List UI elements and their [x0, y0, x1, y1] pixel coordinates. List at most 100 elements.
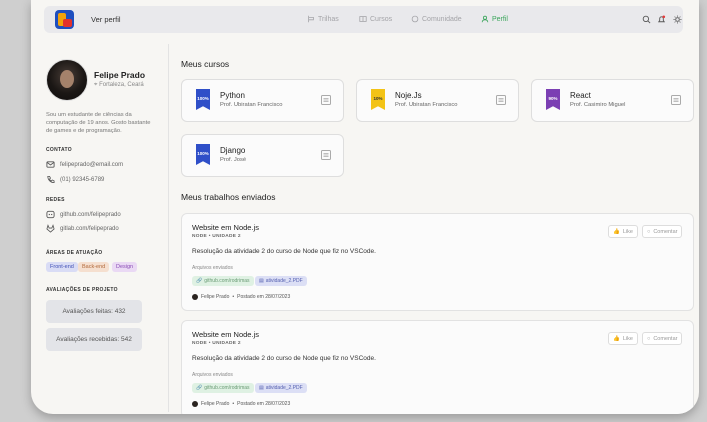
reviews-received: Avaliações recebidas: 542: [46, 328, 142, 351]
phone-row[interactable]: (01) 92345-6789: [46, 175, 104, 184]
files-label: Arquivos enviados: [192, 372, 233, 378]
author-avatar: [192, 401, 198, 407]
app-logo[interactable]: [55, 10, 74, 29]
work-title: Website em Node.js: [192, 330, 259, 339]
files-label: Arquivos enviados: [192, 265, 233, 271]
work-description: Resolução da atividade 2 do curso de Nod…: [192, 355, 376, 362]
app-window: Ver perfil Trilhas Cursos Comunidade Per…: [31, 0, 699, 414]
course-name: Python: [220, 91, 245, 100]
link-chip[interactable]: 🔗 github.com/rodrimas: [192, 276, 254, 286]
post-date: Postado em 28/07/2023: [237, 401, 291, 407]
file-text: atividade_2.PDF: [265, 385, 303, 391]
author-name: Felipe Prado: [201, 294, 230, 300]
location-text: Fortaleza, Ceará: [99, 82, 144, 88]
nav-trilhas[interactable]: Trilhas: [307, 15, 339, 23]
mail-icon: [46, 161, 55, 168]
phone-text: (01) 92345-6789: [60, 176, 105, 183]
course-name: Django: [220, 146, 246, 155]
courses-heading: Meus cursos: [181, 59, 230, 69]
comment-button[interactable]: ○ Comentar: [642, 332, 683, 345]
link-chip[interactable]: 🔗 github.com/rodrimas: [192, 383, 254, 393]
gitlab-icon: [46, 224, 55, 233]
work-author: Felipe Prado • Postado em 28/07/2023: [192, 401, 290, 407]
work-title: Website em Node.js: [192, 223, 259, 232]
course-card-nodejs[interactable]: 10% Noje.Js Prof. Ubiratan Francisco: [356, 79, 519, 122]
thumbs-up-icon: 👍: [613, 228, 620, 235]
email-row[interactable]: felipeprado@email.com: [46, 160, 123, 169]
page-title: Ver perfil: [91, 15, 121, 24]
work-author: Felipe Prado • Postado em 28/07/2023: [192, 294, 290, 300]
phone-icon: [47, 175, 55, 184]
nav-label: Trilhas: [318, 15, 339, 23]
post-date: Postado em 28/07/2023: [237, 294, 291, 300]
course-card-django[interactable]: 100% Django Prof. José: [181, 134, 344, 177]
course-name: React: [570, 91, 591, 100]
theme-sun-icon[interactable]: [673, 15, 682, 24]
list-icon[interactable]: [496, 95, 506, 105]
thumbs-up-icon: 👍: [613, 335, 620, 342]
work-tags: NODE • UNIDADE 2: [192, 341, 241, 346]
nav-cursos[interactable]: Cursos: [359, 15, 392, 23]
comment-icon: ○: [647, 335, 651, 342]
nav-label: Cursos: [370, 15, 393, 23]
course-professor: Prof. Ubiratan Francisco: [395, 102, 458, 108]
chat-icon: [411, 15, 419, 23]
progress-ribbon: 100%: [196, 144, 210, 165]
routes-icon: [308, 15, 314, 23]
list-icon[interactable]: [321, 150, 331, 160]
file-chip[interactable]: ▤ atividade_2.PDF: [255, 276, 307, 286]
tag-design: Design: [112, 262, 138, 272]
course-professor: Prof. José: [220, 157, 247, 163]
list-icon[interactable]: [671, 95, 681, 105]
areas-heading: ÁREAS DE ATUAÇÃO: [46, 250, 103, 256]
file-chip[interactable]: ▤ atividade_2.PDF: [255, 383, 307, 393]
search-icon[interactable]: [642, 15, 651, 24]
file-text: atividade_2.PDF: [265, 278, 303, 284]
github-icon: [46, 210, 55, 219]
course-professor: Prof. Ubiratan Francisco: [220, 102, 283, 108]
comment-label: Comentar: [653, 228, 678, 235]
author-name: Felipe Prado: [201, 401, 230, 407]
link-icon: 🔗: [196, 278, 203, 284]
tag-frontend: Front-end: [46, 262, 78, 272]
nav-label: Comunidade: [422, 15, 462, 23]
like-button[interactable]: 👍 Like: [608, 332, 638, 345]
email-text: felipeprado@email.com: [60, 161, 124, 168]
work-tags: NODE • UNIDADE 2: [192, 234, 241, 239]
location-pin-icon: ⌖: [94, 82, 98, 88]
sidebar-divider: [168, 44, 169, 412]
works-heading: Meus trabalhos enviados: [181, 192, 276, 202]
github-link[interactable]: github.com/felipeprado: [46, 210, 121, 219]
user-icon: [481, 15, 489, 23]
file-icon: ▤: [259, 278, 264, 284]
list-icon[interactable]: [321, 95, 331, 105]
gitlab-text: gitlab.com/felipeprado: [60, 225, 119, 232]
comment-button[interactable]: ○ Comentar: [642, 225, 683, 238]
networks-heading: REDES: [46, 197, 65, 203]
nav-comunidade[interactable]: Comunidade: [411, 15, 462, 23]
progress-ribbon: 10%: [371, 89, 385, 110]
notification-icon[interactable]: [657, 15, 666, 24]
gitlab-link[interactable]: gitlab.com/felipeprado: [46, 224, 119, 233]
course-card-react[interactable]: 90% React Prof. Casimiro Miguel: [531, 79, 694, 122]
tag-backend: Back-end: [78, 262, 110, 272]
course-card-python[interactable]: 100% Python Prof. Ubiratan Francisco: [181, 79, 344, 122]
file-icon: ▤: [259, 385, 264, 391]
nav-perfil[interactable]: Perfil: [481, 15, 508, 23]
profile-location: ⌖ Fortaleza, Ceará: [94, 82, 144, 89]
reviews-heading: AVALIAÇÕES DE PROJETO: [46, 287, 118, 293]
progress-ribbon: 90%: [546, 89, 560, 110]
link-icon: 🔗: [196, 385, 203, 391]
github-text: github.com/felipeprado: [60, 211, 121, 218]
profile-bio: Sou um estudante de ciências da computaç…: [46, 112, 151, 134]
course-name: Noje.Js: [395, 91, 422, 100]
like-label: Like: [622, 228, 633, 235]
progress-ribbon: 100%: [196, 89, 210, 110]
link-text: github.com/rodrimas: [204, 385, 250, 391]
like-button[interactable]: 👍 Like: [608, 225, 638, 238]
top-navbar: Ver perfil Trilhas Cursos Comunidade Per…: [44, 6, 683, 33]
work-card[interactable]: Website em Node.js NODE • UNIDADE 2 Reso…: [181, 213, 694, 311]
nav-label: Perfil: [492, 15, 508, 23]
work-card[interactable]: Website em Node.js NODE • UNIDADE 2 Reso…: [181, 320, 694, 414]
book-icon: [359, 16, 367, 22]
